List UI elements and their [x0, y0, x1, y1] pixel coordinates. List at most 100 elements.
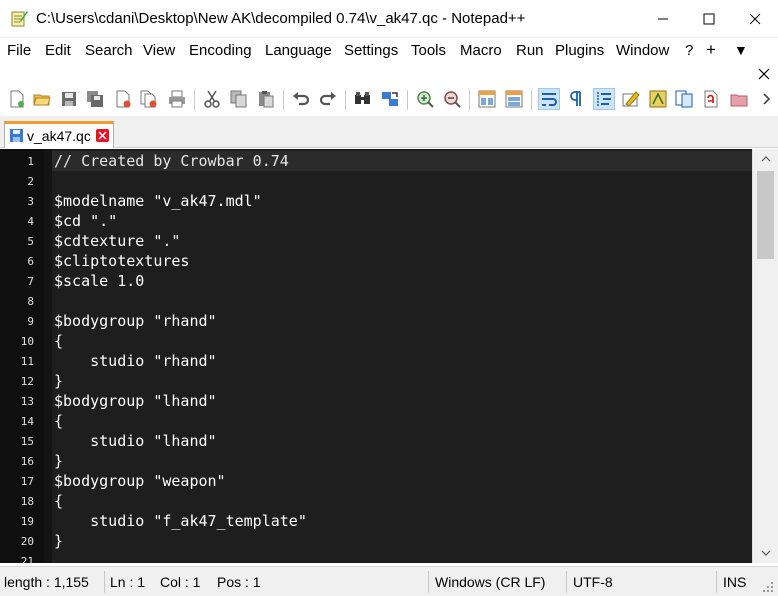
code-line[interactable]: {	[54, 332, 63, 350]
word-wrap-button[interactable]	[538, 88, 560, 110]
menu-settings[interactable]: Settings	[344, 42, 398, 59]
code-line[interactable]: $scale 1.0	[54, 272, 144, 290]
open-file-icon	[33, 94, 51, 106]
indent-guide-button[interactable]	[593, 88, 615, 110]
zoom-out-button[interactable]	[441, 88, 463, 110]
monitoring-button[interactable]	[728, 88, 750, 110]
menu-tools[interactable]: Tools	[411, 42, 446, 59]
minimize-button[interactable]	[640, 0, 686, 38]
close-document-icon[interactable]	[757, 67, 771, 81]
folder-workspace-button[interactable]	[700, 88, 722, 110]
menu-new-tab[interactable]: +	[706, 40, 716, 60]
save-all-button[interactable]	[84, 88, 106, 110]
toolbar-overflow-button[interactable]	[756, 88, 778, 110]
code-line[interactable]: $cdtexture "."	[54, 232, 180, 250]
find-button[interactable]	[352, 88, 374, 110]
tab-bar: v_ak47.qc	[0, 116, 778, 148]
close-all-icon	[140, 90, 157, 108]
menu-plugins[interactable]: Plugins	[555, 42, 604, 59]
status-separator	[566, 571, 567, 593]
code-line[interactable]: }	[54, 372, 63, 390]
replace-button[interactable]	[379, 88, 401, 110]
code-line[interactable]: }	[54, 452, 63, 470]
new-file-icon	[10, 90, 24, 108]
close-button[interactable]	[732, 0, 778, 38]
resize-grip-icon[interactable]	[762, 581, 774, 593]
close-all-button[interactable]	[138, 88, 160, 110]
scroll-thumb[interactable]	[757, 171, 774, 259]
menu-run[interactable]: Run	[516, 42, 544, 59]
line-number: 1	[27, 155, 34, 168]
status-bar: length : 1,155 Ln : 1 Col : 1 Pos : 1 Wi…	[0, 566, 778, 596]
status-eol[interactable]: Windows (CR LF)	[435, 574, 545, 590]
udl-button[interactable]	[620, 88, 642, 110]
line-number: 14	[20, 415, 34, 428]
code-line[interactable]: studio "f_ak47_template"	[54, 512, 307, 530]
redo-button[interactable]	[317, 88, 339, 110]
menu-language[interactable]: Language	[265, 42, 332, 59]
status-separator	[716, 571, 717, 593]
menu-window[interactable]: Window	[616, 42, 669, 59]
window-title: C:\Users\cdani\Desktop\New AK\decompiled…	[36, 10, 526, 27]
cut-button[interactable]	[201, 88, 223, 110]
menu-tab-list[interactable]: ▼	[734, 42, 748, 58]
code-line[interactable]: studio "rhand"	[54, 352, 216, 370]
open-file-button[interactable]	[31, 88, 53, 110]
close-icon	[749, 13, 761, 25]
menu-macro[interactable]: Macro	[460, 42, 502, 59]
toolbar-separator	[345, 90, 346, 110]
show-all-chars-button[interactable]	[565, 88, 587, 110]
line-number: 2	[27, 175, 34, 188]
code-line[interactable]: $cliptotextures	[54, 252, 189, 270]
code-line[interactable]: $modelname "v_ak47.mdl"	[54, 192, 262, 210]
code-line[interactable]: $bodygroup "rhand"	[54, 312, 217, 330]
code-line[interactable]: // Created by Crowbar 0.74	[54, 152, 289, 170]
status-insert-mode[interactable]: INS	[723, 574, 746, 590]
copy-button[interactable]	[228, 88, 250, 110]
menu-encoding[interactable]: Encoding	[189, 42, 252, 59]
code-line[interactable]: {	[54, 492, 63, 510]
toolbar-separator	[531, 90, 532, 110]
replace-icon	[382, 92, 398, 106]
maximize-icon	[703, 13, 715, 25]
chevron-up-icon	[761, 156, 771, 162]
zoom-in-button[interactable]	[414, 88, 436, 110]
undo-button[interactable]	[290, 88, 312, 110]
sync-vertical-icon	[478, 90, 496, 108]
print-button[interactable]	[166, 88, 188, 110]
maximize-button[interactable]	[686, 0, 732, 38]
menu-view[interactable]: View	[143, 42, 175, 59]
line-number: 7	[27, 275, 34, 288]
tab-v-ak47-qc[interactable]: v_ak47.qc	[4, 121, 114, 148]
vertical-scrollbar[interactable]	[752, 149, 778, 563]
paste-button[interactable]	[255, 88, 277, 110]
close-file-button[interactable]	[112, 88, 134, 110]
status-encoding[interactable]: UTF-8	[573, 574, 613, 590]
toolbar-separator	[283, 90, 284, 110]
word-wrap-icon	[542, 93, 557, 106]
code-line[interactable]: $bodygroup "weapon"	[54, 472, 226, 490]
menu-file[interactable]: File	[7, 42, 31, 59]
save-button[interactable]	[58, 88, 80, 110]
scroll-down-button[interactable]	[753, 543, 778, 563]
code-editor[interactable]: 1 // Created by Crowbar 0.74 2 3 $modelname …	[0, 149, 778, 563]
sync-horizontal-button[interactable]	[503, 88, 525, 110]
line-number: 10	[20, 335, 34, 348]
menu-edit[interactable]: Edit	[45, 42, 71, 59]
code-line[interactable]: studio "lhand"	[54, 432, 216, 450]
doc-map-button[interactable]	[647, 88, 669, 110]
code-line[interactable]: {	[54, 412, 63, 430]
code-line[interactable]: $bodygroup "lhand"	[54, 392, 217, 410]
scroll-up-button[interactable]	[753, 149, 778, 169]
sync-vertical-button[interactable]	[476, 88, 498, 110]
function-list-button[interactable]	[673, 88, 695, 110]
tab-close-button[interactable]	[96, 129, 109, 142]
menu-search[interactable]: Search	[85, 42, 133, 59]
menu-help[interactable]: ?	[685, 42, 693, 59]
toolbar-separator	[469, 90, 470, 110]
line-number: 5	[27, 235, 34, 248]
code-line[interactable]: }	[54, 532, 63, 550]
new-file-button[interactable]	[6, 88, 28, 110]
code-line[interactable]: $cd "."	[54, 212, 117, 230]
function-list-icon	[675, 90, 693, 108]
